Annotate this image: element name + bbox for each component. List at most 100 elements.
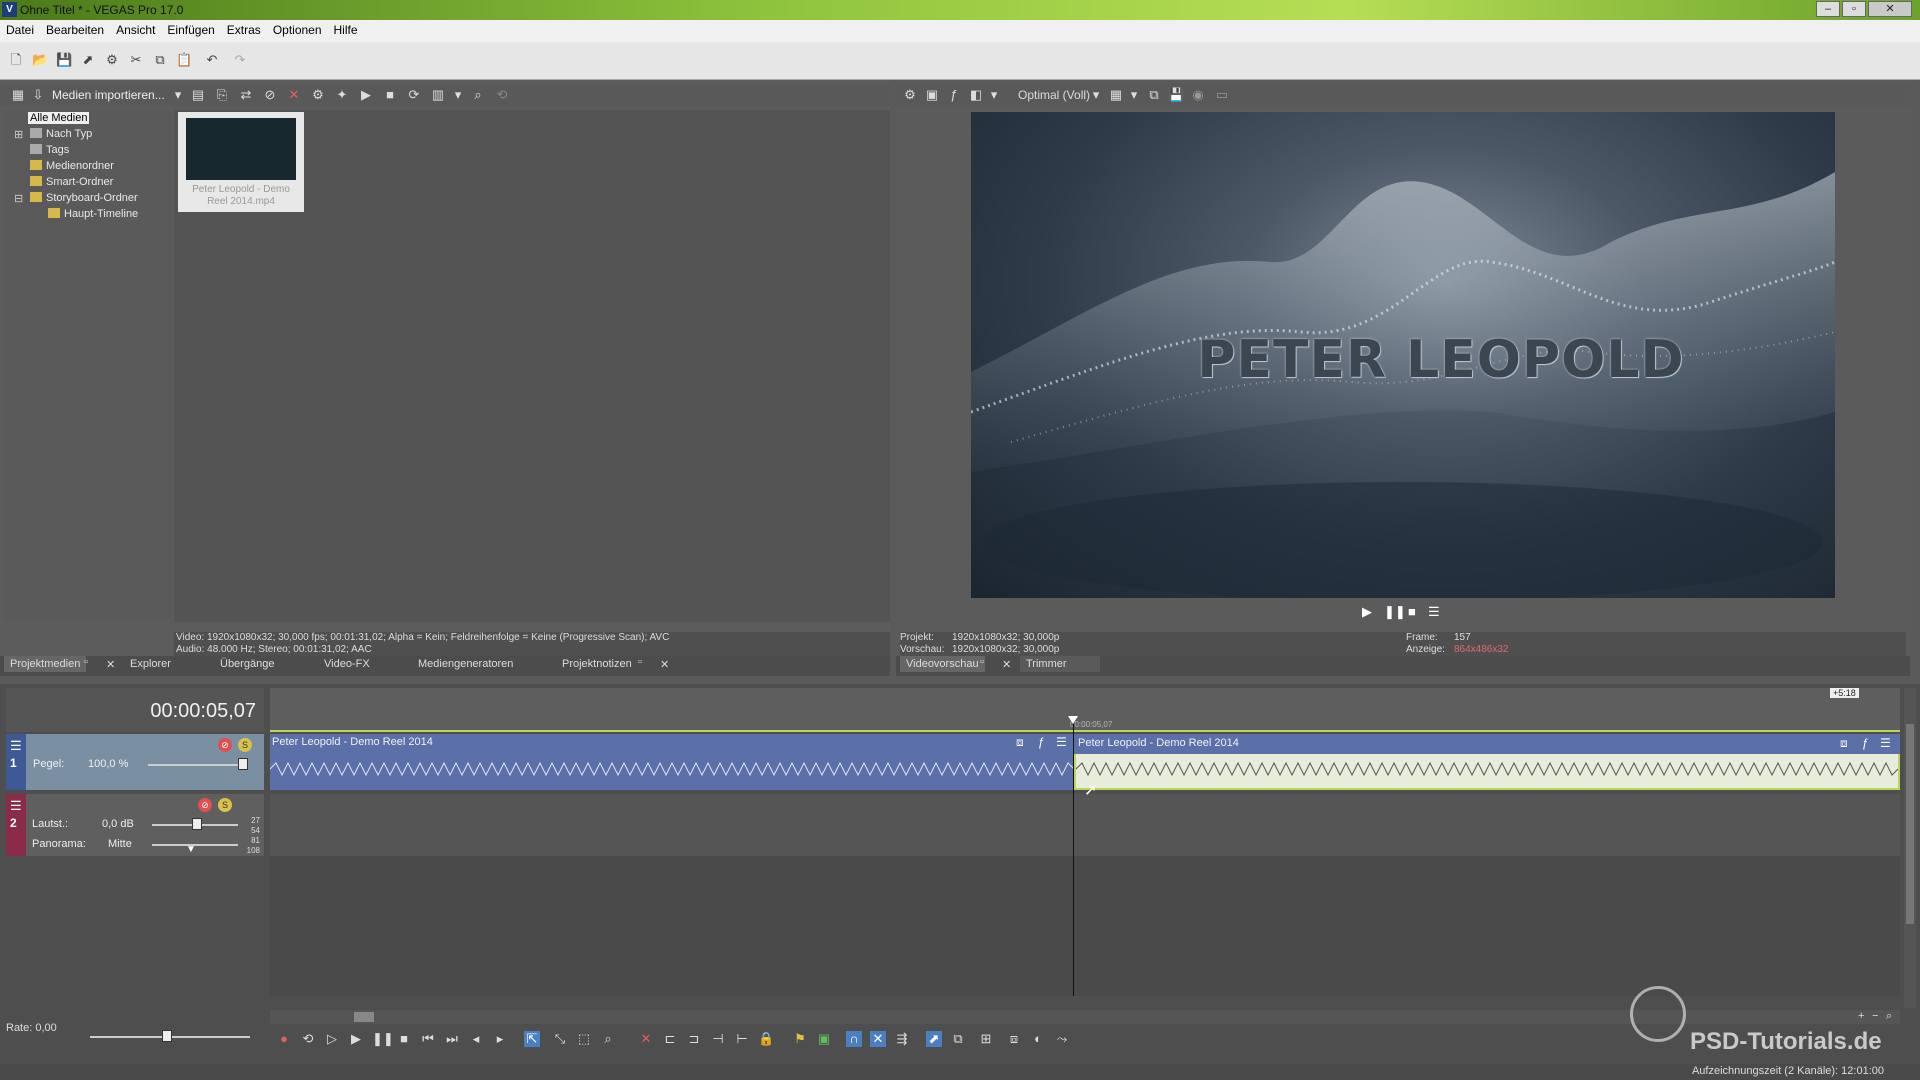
clip-2-menu-icon[interactable]: ☰: [1880, 736, 1891, 750]
menu-optionen[interactable]: Optionen: [267, 20, 328, 40]
tab-videovorschau[interactable]: Videovorschau: [900, 656, 985, 672]
track-2-volume-handle[interactable]: [192, 818, 202, 830]
tab-float-icon[interactable]: ▫: [84, 656, 88, 668]
loop-icon[interactable]: ⟲: [300, 1031, 316, 1047]
overlays-grid-icon[interactable]: ▦: [1108, 87, 1124, 103]
track-1-menu-icon[interactable]: ☰: [10, 738, 22, 754]
preview-tab-close-icon[interactable]: ✕: [996, 656, 1017, 673]
close-button[interactable]: ✕: [1868, 1, 1912, 17]
event-fx-icon[interactable]: ⧉: [950, 1031, 966, 1047]
normal-edit-tool-icon[interactable]: ⇱: [524, 1031, 540, 1047]
menu-datei[interactable]: Datei: [0, 20, 40, 40]
preview-quality-dropdown[interactable]: Optimal (Voll): [1018, 88, 1090, 102]
track-1-solo-icon[interactable]: S: [238, 738, 252, 752]
zoom-in-icon[interactable]: +: [1858, 1010, 1864, 1022]
menu-icon[interactable]: ☰: [1428, 604, 1440, 620]
preview-tab-float-icon[interactable]: ▫: [980, 656, 984, 668]
menu-hilfe[interactable]: Hilfe: [328, 20, 364, 40]
redo-icon[interactable]: ↷: [232, 52, 248, 68]
auto-preview-icon[interactable]: ⟳: [406, 87, 422, 103]
clip-1-fx-icon[interactable]: ƒ: [1038, 735, 1045, 749]
lock-envelopes-icon[interactable]: ⬈: [926, 1031, 942, 1047]
open-folder-icon[interactable]: 📂: [32, 52, 48, 68]
go-to-end-icon[interactable]: ⏭: [444, 1031, 460, 1047]
video-clip-1[interactable]: Peter Leopold - Demo Reel 2014 ⧈ ƒ ☰: [270, 734, 1074, 790]
track-2-header[interactable]: ☰ 2 ⊘ S Lautst.: 0,0 dB Panorama: Mitte …: [6, 794, 264, 856]
group-icon[interactable]: ⊞: [978, 1031, 994, 1047]
delete-icon[interactable]: ✕: [286, 87, 302, 103]
split-icon[interactable]: ⊣: [710, 1031, 726, 1047]
clip-2-fx-icon[interactable]: ƒ: [1862, 736, 1869, 750]
lock-icon[interactable]: 🔒: [758, 1031, 774, 1047]
timeline-empty-area[interactable]: [270, 856, 1900, 996]
tree-expand-icon[interactable]: ⊞: [14, 128, 23, 141]
record-icon[interactable]: ●: [276, 1031, 292, 1047]
copy-snapshot-icon[interactable]: ⧉: [1146, 87, 1162, 103]
timeline-vscroll-thumb[interactable]: [1906, 724, 1914, 924]
tree-item-alle-medien[interactable]: Alle Medien: [28, 112, 90, 124]
prev-frame-icon[interactable]: ◂: [468, 1031, 484, 1047]
nest-icon[interactable]: ⤳: [1054, 1031, 1070, 1047]
menu-einfuegen[interactable]: Einfügen: [161, 20, 220, 40]
split-screen-icon[interactable]: ◧: [968, 87, 984, 103]
zoom-search-icon[interactable]: ⌕: [1886, 1010, 1892, 1023]
dropdown-chevron-icon[interactable]: ▾: [170, 87, 186, 103]
trim-end-icon[interactable]: ⊐: [686, 1031, 702, 1047]
media-fx-icon[interactable]: ✦: [334, 87, 350, 103]
refresh-icon[interactable]: ⟲: [494, 87, 510, 103]
preview-play-icon[interactable]: ▶: [358, 87, 374, 103]
pause-icon-timeline[interactable]: ❚❚: [372, 1031, 394, 1047]
get-media-icon[interactable]: ⎘: [214, 87, 230, 103]
tree-item-medienordner[interactable]: Medienordner: [30, 160, 114, 172]
multicam-icon[interactable]: ⧈: [1006, 1031, 1022, 1047]
capture-icon[interactable]: ▤: [190, 87, 206, 103]
selection-tool-icon[interactable]: ⬚: [576, 1031, 592, 1047]
views-icon[interactable]: ▥: [430, 87, 446, 103]
media-thumbnail[interactable]: Peter Leopold - Demo Reel 2014.mp4: [178, 112, 304, 212]
hscroll-thumb[interactable]: [354, 1012, 374, 1022]
play-icon-timeline[interactable]: ▶: [348, 1031, 364, 1047]
properties-gear-icon[interactable]: ⚙: [310, 87, 326, 103]
menu-ansicht[interactable]: Ansicht: [110, 20, 161, 40]
menu-bearbeiten[interactable]: Bearbeiten: [40, 20, 110, 40]
tab-mediengeneratoren[interactable]: Mediengeneratoren: [412, 656, 519, 672]
copy-icon[interactable]: ⧉: [152, 52, 168, 68]
go-to-start-icon[interactable]: ⏮: [420, 1031, 436, 1047]
next-frame-icon[interactable]: ▸: [492, 1031, 508, 1047]
settings-gear-icon[interactable]: ⚙: [104, 52, 120, 68]
tab-trimmer[interactable]: Trimmer: [1020, 656, 1100, 672]
views-chevron-icon[interactable]: ▾: [450, 87, 466, 103]
tab-video-fx[interactable]: Video-FX: [318, 656, 376, 672]
tree-item-smart-ordner[interactable]: Smart-Ordner: [30, 176, 113, 188]
save-icon[interactable]: 💾: [56, 52, 72, 68]
device-icon[interactable]: ▣: [924, 87, 940, 103]
tab-projektmedien[interactable]: Projektmedien: [4, 656, 87, 672]
preview-stop-icon[interactable]: ■: [382, 87, 398, 103]
delete-tool-icon[interactable]: ✕: [638, 1031, 654, 1047]
import-media-dropdown[interactable]: Medien importieren...: [52, 88, 165, 102]
cut-icon[interactable]: ✂: [128, 52, 144, 68]
tab-close-icon[interactable]: ✕: [100, 656, 121, 673]
search-icon[interactable]: ⌕: [470, 87, 486, 103]
tab-close-icon-2[interactable]: ✕: [654, 656, 675, 673]
ignore-grouping-icon[interactable]: ⊢: [734, 1031, 750, 1047]
play-from-start-icon[interactable]: ▷: [324, 1031, 340, 1047]
new-file-icon[interactable]: 🗋: [8, 52, 24, 68]
fx-icon[interactable]: ƒ: [946, 87, 962, 103]
clip-1-crop-icon[interactable]: ⧈: [1016, 735, 1024, 750]
track-1-header[interactable]: ☰ 1 ⊘ S Pegel: 100,0 %: [6, 734, 264, 790]
replace-icon[interactable]: ⇄: [238, 87, 254, 103]
rate-handle[interactable]: [162, 1030, 172, 1042]
render-icon[interactable]: ⬈: [80, 52, 96, 68]
overlays-chevron-icon[interactable]: ▾: [1126, 87, 1142, 103]
undo-icon[interactable]: ↶: [204, 52, 220, 68]
tab-projektnotizen[interactable]: Projektnotizen: [556, 656, 638, 672]
track-1-level-handle[interactable]: [238, 758, 248, 770]
track-1-mute-icon[interactable]: ⊘: [218, 738, 232, 752]
play-icon[interactable]: ▶: [1362, 604, 1372, 620]
marker-icon[interactable]: ⚑: [792, 1031, 808, 1047]
tab-explorer[interactable]: Explorer: [124, 656, 177, 672]
playhead[interactable]: [1073, 720, 1074, 996]
media-view-icon[interactable]: ▦: [10, 87, 26, 103]
envelope-tool-icon[interactable]: ⤡: [552, 1031, 568, 1047]
